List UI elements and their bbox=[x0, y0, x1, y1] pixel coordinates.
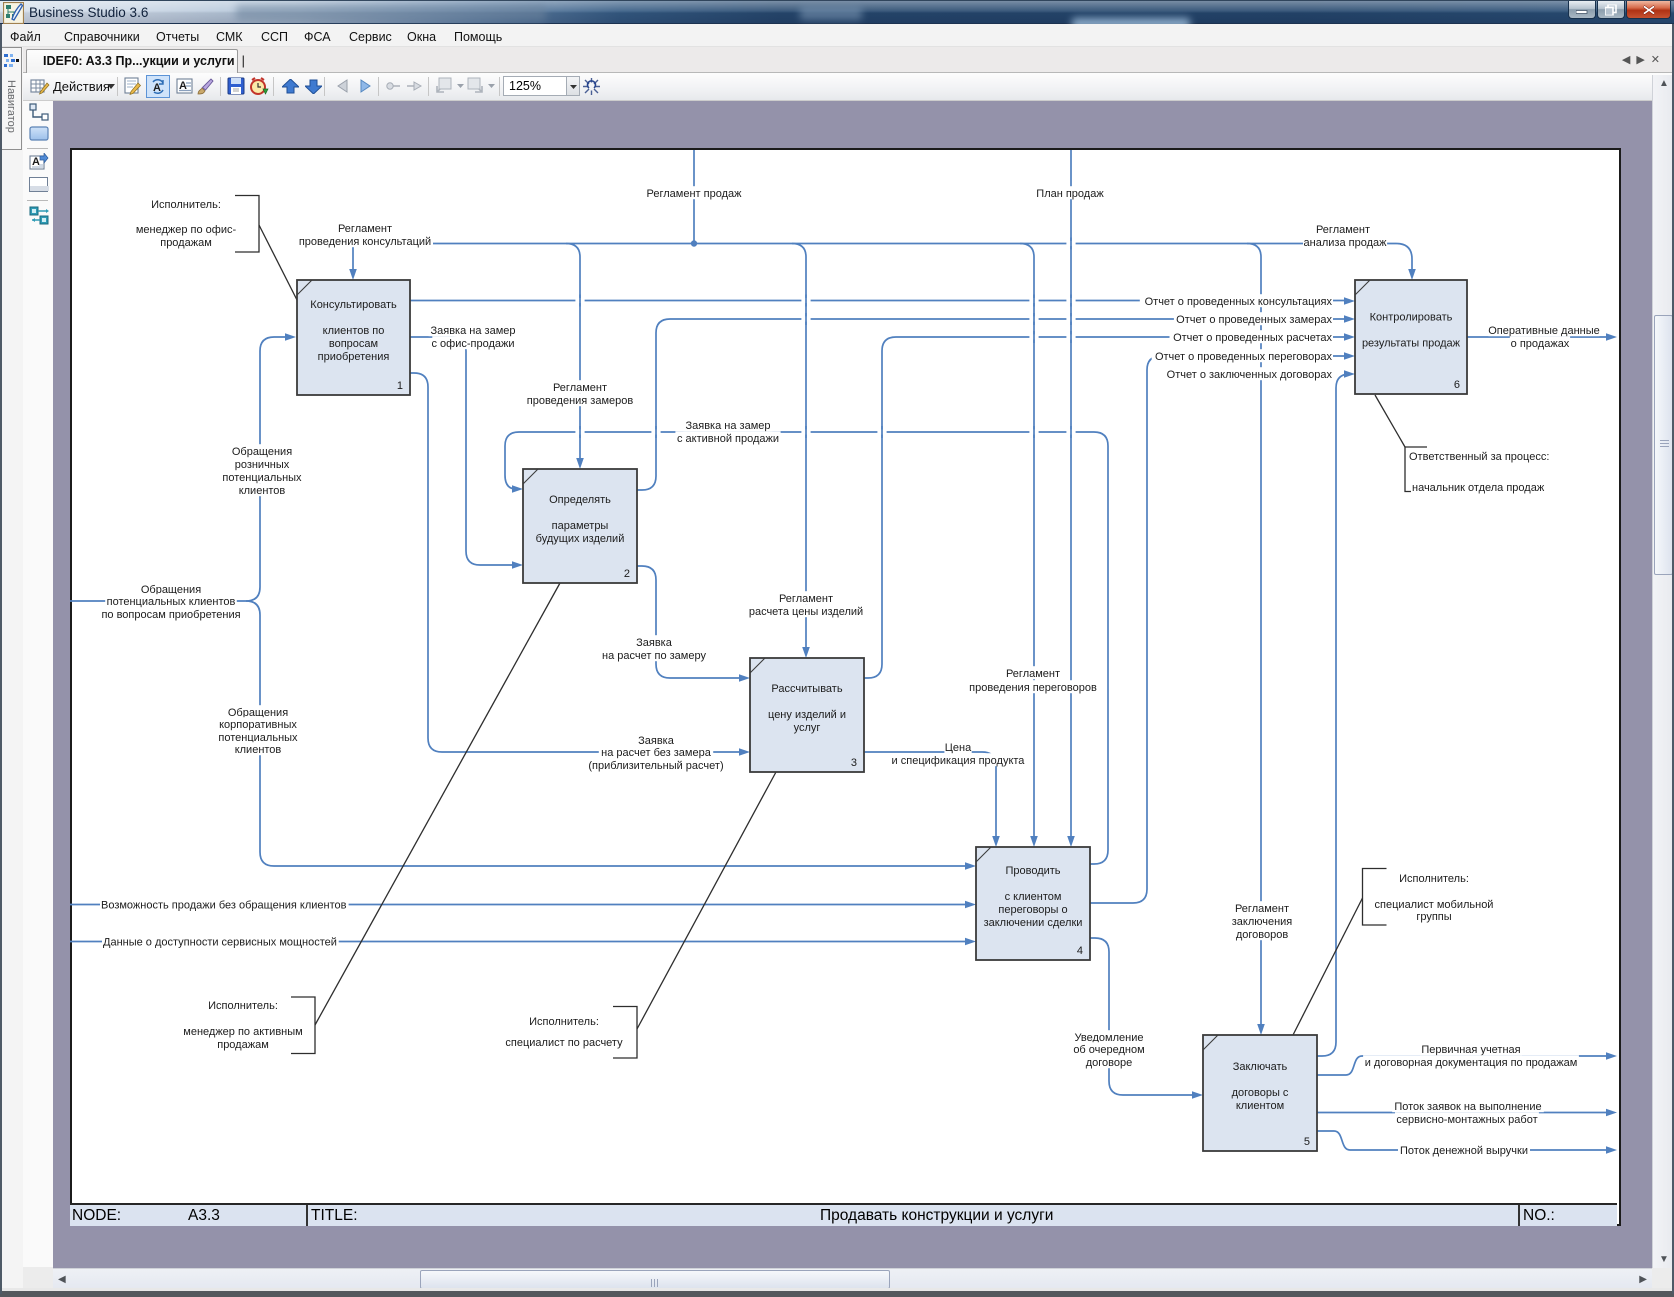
svg-text:с клиентом: с клиентом bbox=[1005, 891, 1062, 903]
svg-text:Регламент: Регламент bbox=[1235, 903, 1289, 915]
svg-text:специалист мобильной: специалист мобильной bbox=[1375, 899, 1494, 911]
svg-text:начальник отдела продаж: начальник отдела продаж bbox=[1412, 482, 1545, 494]
svg-text:и договорная документация по п: и договорная документация по продажам bbox=[1365, 1057, 1578, 1069]
svg-text:Исполнитель:: Исполнитель: bbox=[529, 1016, 599, 1028]
svg-text:Отчет о заключенных договорах: Отчет о заключенных договорах bbox=[1167, 369, 1333, 381]
svg-text:Регламент: Регламент bbox=[1006, 668, 1060, 680]
svg-text:переговоры о: переговоры о bbox=[998, 904, 1067, 916]
svg-text:специалист по расчету: специалист по расчету bbox=[505, 1037, 623, 1049]
svg-text:A: A bbox=[32, 156, 40, 168]
svg-text:2: 2 bbox=[624, 568, 630, 580]
svg-text:сервисно-монтажных работ: сервисно-монтажных работ bbox=[1396, 1114, 1537, 1126]
svg-text:1: 1 bbox=[397, 380, 403, 392]
svg-text:на расчет без замера: на расчет без замера bbox=[601, 747, 712, 759]
svg-text:Исполнитель:: Исполнитель: bbox=[151, 199, 221, 211]
svg-text:потенциальных: потенциальных bbox=[218, 732, 298, 744]
svg-text:продажам: продажам bbox=[217, 1039, 269, 1051]
svg-text:цену изделий и: цену изделий и bbox=[768, 709, 846, 721]
svg-text:Цена: Цена bbox=[945, 742, 972, 754]
svg-text:группы: группы bbox=[1416, 911, 1451, 923]
svg-text:Исполнитель:: Исполнитель: bbox=[1399, 873, 1469, 885]
svg-text:Заявка на замер: Заявка на замер bbox=[431, 325, 516, 337]
svg-text:расчета цены изделий: расчета цены изделий bbox=[749, 606, 863, 618]
svg-text:клиентов: клиентов bbox=[235, 744, 282, 756]
svg-text:проведения замеров: проведения замеров bbox=[527, 395, 634, 407]
svg-text:Регламент продаж: Регламент продаж bbox=[647, 188, 743, 200]
svg-text:План продаж: План продаж bbox=[1036, 188, 1104, 200]
svg-text:Ответственный за процесс:: Ответственный за процесс: bbox=[1409, 451, 1549, 463]
svg-text:проведения переговоров: проведения переговоров bbox=[969, 682, 1097, 694]
svg-text:менеджер по офис-: менеджер по офис- bbox=[136, 224, 237, 236]
svg-text:Обращения: Обращения bbox=[232, 446, 292, 458]
svg-text:Заключать: Заключать bbox=[1233, 1061, 1288, 1073]
svg-text:договоры с: договоры с bbox=[1232, 1087, 1289, 1099]
svg-text:с офис-продажи: с офис-продажи bbox=[431, 338, 514, 350]
svg-text:6: 6 bbox=[1454, 379, 1460, 391]
svg-text:Поток заявок на выполнение: Поток заявок на выполнение bbox=[1394, 1101, 1541, 1113]
svg-text:вопросам: вопросам bbox=[329, 338, 378, 350]
svg-text:Отчет о проведенных консультац: Отчет о проведенных консультациях bbox=[1145, 296, 1333, 308]
svg-text:Первичная учетная: Первичная учетная bbox=[1421, 1044, 1520, 1056]
svg-text:Поток денежной выручки: Поток денежной выручки bbox=[1400, 1145, 1528, 1157]
svg-text:об очередном: об очередном bbox=[1073, 1044, 1144, 1056]
svg-text:приобретения: приобретения bbox=[318, 351, 390, 363]
svg-text:Заявка: Заявка bbox=[638, 735, 675, 747]
svg-text:Уведомление: Уведомление bbox=[1075, 1032, 1144, 1044]
svg-text:по вопросам приобретения: по вопросам приобретения bbox=[101, 609, 240, 621]
svg-text:потенциальных: потенциальных bbox=[222, 472, 302, 484]
svg-text:Заявка на замер: Заявка на замер bbox=[686, 420, 771, 432]
svg-text:Проводить: Проводить bbox=[1005, 865, 1060, 877]
svg-text:Заявка: Заявка bbox=[636, 637, 673, 649]
svg-text:Регламент: Регламент bbox=[1316, 224, 1370, 236]
svg-text:3: 3 bbox=[851, 757, 857, 769]
svg-text:клиентом: клиентом bbox=[1236, 1100, 1284, 1112]
svg-text:(приблизительный расчет): (приблизительный расчет) bbox=[588, 760, 723, 772]
svg-text:и спецификация продукта: и спецификация продукта bbox=[892, 755, 1026, 767]
svg-text:на расчет по замеру: на расчет по замеру bbox=[602, 650, 706, 662]
svg-text:Отчет о проведенных замерах: Отчет о проведенных замерах bbox=[1176, 314, 1332, 326]
svg-text:потенциальных клиентов: потенциальных клиентов bbox=[107, 596, 236, 608]
svg-text:Обращения: Обращения bbox=[141, 584, 201, 596]
svg-text:Оперативные данные: Оперативные данные bbox=[1488, 325, 1600, 337]
svg-text:параметры: параметры bbox=[552, 520, 609, 532]
svg-text:Консультировать: Консультировать bbox=[310, 299, 397, 311]
svg-text:5: 5 bbox=[1304, 1136, 1310, 1148]
svg-text:клиентов: клиентов bbox=[239, 485, 286, 497]
svg-text:Контролировать: Контролировать bbox=[1370, 312, 1453, 324]
svg-text:Отчет о проведенных расчетах: Отчет о проведенных расчетах bbox=[1173, 332, 1332, 344]
svg-text:анализа продаж: анализа продаж bbox=[1304, 237, 1388, 249]
svg-text:розничных: розничных bbox=[235, 459, 290, 471]
svg-text:результаты продаж: результаты продаж bbox=[1362, 338, 1461, 350]
svg-text:заключении сделки: заключении сделки bbox=[984, 917, 1083, 929]
svg-text:договоров: договоров bbox=[1236, 929, 1288, 941]
svg-text:о продажах: о продажах bbox=[1511, 338, 1570, 350]
svg-text:Определять: Определять bbox=[549, 494, 611, 506]
svg-text:корпоративных: корпоративных bbox=[219, 719, 297, 731]
svg-text:Исполнитель:: Исполнитель: bbox=[208, 1000, 278, 1012]
svg-text:Отчет о проведенных переговора: Отчет о проведенных переговорах bbox=[1155, 351, 1333, 363]
svg-text:Данные о доступности сервисных: Данные о доступности сервисных мощностей bbox=[103, 936, 337, 948]
svg-text:будущих изделий: будущих изделий bbox=[536, 533, 625, 545]
svg-text:услуг: услуг bbox=[794, 722, 821, 734]
svg-text:заключения: заключения bbox=[1232, 916, 1293, 928]
svg-text:продажам: продажам bbox=[160, 237, 212, 249]
svg-text:договоре: договоре bbox=[1086, 1057, 1133, 1069]
svg-text:Возможность продажи без обраще: Возможность продажи без обращения клиент… bbox=[101, 899, 347, 911]
svg-text:Регламент: Регламент bbox=[553, 382, 607, 394]
svg-text:клиентов по: клиентов по bbox=[323, 325, 385, 337]
svg-text:Обращения: Обращения bbox=[228, 707, 288, 719]
svg-text:с активной продажи: с активной продажи bbox=[677, 433, 779, 445]
svg-text:Регламент: Регламент bbox=[338, 223, 392, 235]
svg-text:Регламент: Регламент bbox=[779, 593, 833, 605]
svg-text:Рассчитывать: Рассчитывать bbox=[771, 683, 842, 695]
svg-text:менеджер по активным: менеджер по активным bbox=[183, 1026, 302, 1038]
svg-text:4: 4 bbox=[1077, 945, 1083, 957]
svg-text:проведения консультаций: проведения консультаций bbox=[299, 236, 431, 248]
